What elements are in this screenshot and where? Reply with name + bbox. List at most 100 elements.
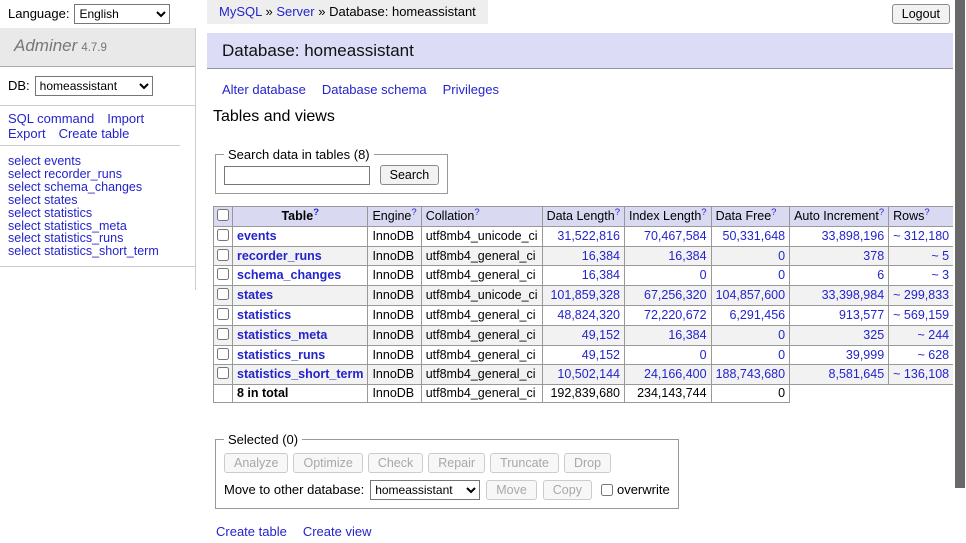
scrollbar-thumb[interactable] <box>955 0 965 488</box>
create-view-link[interactable]: Create view <box>303 524 372 539</box>
table-link-statistics[interactable]: statistics <box>44 206 92 220</box>
auto-increment-link[interactable]: 39,999 <box>846 348 884 362</box>
rows-link[interactable]: ~ 5 <box>931 249 949 263</box>
vertical-scrollbar[interactable] <box>954 0 966 543</box>
column-help-link[interactable]: ? <box>701 207 706 218</box>
rows-link[interactable]: ~ 628 <box>917 348 949 362</box>
table-name-link[interactable]: statistics_meta <box>237 328 327 342</box>
data-free-link[interactable]: 6,291,456 <box>729 308 785 322</box>
column-help-link[interactable]: ? <box>879 207 884 218</box>
table-link-states[interactable]: states <box>44 193 77 207</box>
index-length-link[interactable]: 0 <box>700 348 707 362</box>
row-checkbox[interactable] <box>217 268 229 280</box>
truncate-button[interactable]: Truncate <box>490 453 559 473</box>
column-help-link[interactable]: ? <box>411 207 416 218</box>
db-select[interactable]: homeassistant <box>35 76 153 96</box>
table-name-link[interactable]: statistics_runs <box>237 348 325 362</box>
rows-link[interactable]: ~ 3 <box>931 268 949 282</box>
create-table-link[interactable]: Create table <box>216 524 287 539</box>
overwrite-checkbox[interactable] <box>601 484 613 496</box>
table-name-link[interactable]: recorder_runs <box>237 249 322 263</box>
column-help-link[interactable]: ? <box>924 207 929 218</box>
table-name-link[interactable]: statistics <box>237 308 291 322</box>
privileges-link[interactable]: Privileges <box>443 82 499 97</box>
select-link-statistics-meta[interactable]: select <box>8 219 41 233</box>
logout-button[interactable]: Logout <box>892 4 950 24</box>
index-length-link[interactable]: 24,166,400 <box>644 367 707 381</box>
select-link-events[interactable]: select <box>8 154 41 168</box>
column-help-link[interactable]: ? <box>474 207 479 218</box>
table-link-events[interactable]: events <box>44 154 81 168</box>
repair-button[interactable]: Repair <box>428 453 485 473</box>
data-free-link[interactable]: 104,857,600 <box>716 288 786 302</box>
index-length-link[interactable]: 0 <box>700 268 707 282</box>
column-help-link[interactable]: ? <box>771 207 776 218</box>
column-help-link[interactable]: ? <box>313 207 319 218</box>
table-link-statistics-runs[interactable]: statistics_runs <box>44 231 123 245</box>
table-name-link[interactable]: states <box>237 288 273 302</box>
rows-link[interactable]: ~ 299,833 <box>893 288 949 302</box>
auto-increment-link[interactable]: 33,898,196 <box>822 229 885 243</box>
search-input[interactable] <box>224 166 370 185</box>
app-version-link[interactable]: 4.7.9 <box>81 42 107 54</box>
select-link-statistics-runs[interactable]: select <box>8 231 41 245</box>
sidebar-link-import[interactable]: Import <box>107 112 144 127</box>
auto-increment-link[interactable]: 6 <box>877 268 884 282</box>
data-free-link[interactable]: 188,743,680 <box>716 367 786 381</box>
row-checkbox[interactable] <box>217 367 229 379</box>
move-button[interactable]: Move <box>486 480 537 500</box>
data-free-link[interactable]: 0 <box>778 328 785 342</box>
auto-increment-link[interactable]: 33,398,984 <box>822 288 885 302</box>
index-length-link[interactable]: 16,384 <box>668 249 706 263</box>
index-length-link[interactable]: 70,467,584 <box>644 229 707 243</box>
rows-link[interactable]: ~ 136,108 <box>893 367 949 381</box>
auto-increment-link[interactable]: 378 <box>863 249 884 263</box>
row-checkbox[interactable] <box>217 288 229 300</box>
auto-increment-link[interactable]: 913,577 <box>839 308 884 322</box>
check-button[interactable]: Check <box>368 453 423 473</box>
sidebar-link-sql-command[interactable]: SQL command <box>8 112 94 127</box>
select-link-states[interactable]: select <box>8 193 41 207</box>
breadcrumb-item-server[interactable]: Server <box>276 4 314 19</box>
table-link-schema-changes[interactable]: schema_changes <box>44 180 142 194</box>
table-link-recorder-runs[interactable]: recorder_runs <box>44 167 122 181</box>
table-link-statistics-meta[interactable]: statistics_meta <box>44 219 127 233</box>
auto-increment-link[interactable]: 325 <box>863 328 884 342</box>
data-free-link[interactable]: 50,331,648 <box>723 229 786 243</box>
data-length-link[interactable]: 48,824,320 <box>557 308 620 322</box>
data-length-link[interactable]: 16,384 <box>582 249 620 263</box>
row-checkbox[interactable] <box>217 308 229 320</box>
index-length-link[interactable]: 67,256,320 <box>644 288 707 302</box>
optimize-button[interactable]: Optimize <box>293 453 362 473</box>
select-link-schema-changes[interactable]: select <box>8 180 41 194</box>
alter-database-link[interactable]: Alter database <box>222 82 306 97</box>
row-checkbox[interactable] <box>217 229 229 241</box>
breadcrumb-item-mysql[interactable]: MySQL <box>219 4 262 19</box>
select-link-recorder-runs[interactable]: select <box>8 167 41 181</box>
data-length-link[interactable]: 101,859,328 <box>550 288 620 302</box>
rows-link[interactable]: ~ 569,159 <box>893 308 949 322</box>
row-checkbox[interactable] <box>217 348 229 360</box>
data-free-link[interactable]: 0 <box>778 249 785 263</box>
data-free-link[interactable]: 0 <box>778 348 785 362</box>
table-name-link[interactable]: statistics_short_term <box>237 367 363 381</box>
data-length-link[interactable]: 16,384 <box>582 268 620 282</box>
move-db-select[interactable]: homeassistant <box>370 480 480 500</box>
drop-button[interactable]: Drop <box>564 453 611 473</box>
index-length-link[interactable]: 72,220,672 <box>644 308 707 322</box>
rows-link[interactable]: ~ 312,180 <box>893 229 949 243</box>
table-name-link[interactable]: events <box>237 229 277 243</box>
table-link-statistics-short-term[interactable]: statistics_short_term <box>44 244 159 258</box>
index-length-link[interactable]: 16,384 <box>668 328 706 342</box>
sidebar-link-export[interactable]: Export <box>8 127 46 142</box>
select-link-statistics-short-term[interactable]: select <box>8 244 41 258</box>
data-length-link[interactable]: 49,152 <box>582 328 620 342</box>
sidebar-link-create-table[interactable]: Create table <box>59 127 130 142</box>
select-link-statistics[interactable]: select <box>8 206 41 220</box>
column-help-link[interactable]: ? <box>615 207 620 218</box>
data-free-link[interactable]: 0 <box>778 268 785 282</box>
analyze-button[interactable]: Analyze <box>224 453 288 473</box>
table-name-link[interactable]: schema_changes <box>237 268 341 282</box>
rows-link[interactable]: ~ 244 <box>917 328 949 342</box>
search-button[interactable]: Search <box>380 165 440 185</box>
